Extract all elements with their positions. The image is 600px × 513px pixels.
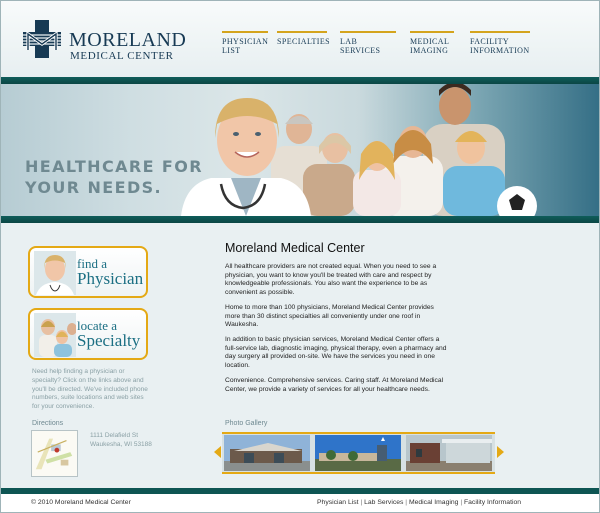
nav-physician-list[interactable]: PHYSICIAN LIST [222, 31, 268, 55]
footer-link-facility-information[interactable]: Facility Information [464, 499, 521, 506]
doctor-photo-icon [34, 251, 76, 295]
footer: © 2010 Moreland Medical Center Physician… [1, 494, 599, 512]
nav-lab-services[interactable]: LAB SERVICES [340, 31, 396, 55]
banner-tagline: HEALTHCARE FOR YOUR NEEDS. [25, 157, 203, 197]
gallery-next-arrow-icon[interactable] [497, 446, 504, 458]
logo[interactable]: MORELAND MEDICAL CENTER [23, 20, 187, 62]
footer-link-lab-services[interactable]: Lab Services [364, 499, 403, 506]
gallery-strip [222, 432, 495, 474]
photo-gallery-heading: Photo Gallery [225, 420, 268, 427]
footer-link-medical-imaging[interactable]: Medical Imaging [409, 499, 459, 506]
nav-medical-imaging[interactable]: MEDICAL IMAGING [410, 31, 454, 55]
logo-subtitle: MEDICAL CENTER [70, 50, 174, 62]
footer-link-physician-list[interactable]: Physician List [317, 499, 359, 506]
promo-specialty-line2: Specialty [77, 331, 141, 350]
intro-paragraph-1: All healthcare providers are not created… [225, 263, 437, 297]
header: MORELAND MEDICAL CENTER PHYSICIAN LIST S… [1, 1, 599, 81]
directions-map-icon[interactable] [31, 430, 78, 477]
photo-gallery [214, 432, 505, 474]
directions-address: 1111 Delafield St Waukesha, WI 53188 [90, 432, 152, 448]
nav-facility-information[interactable]: FACILITY INFORMATION [470, 31, 530, 55]
promo-physician-line2: Physician [77, 269, 144, 288]
gallery-photo-3[interactable] [406, 435, 492, 471]
banner-bottom-rule [1, 216, 599, 223]
intro-paragraph-4: Convenience. Comprehensive services. Car… [225, 377, 444, 393]
find-a-physician-button[interactable]: find a Physician [28, 246, 148, 298]
page-title: Moreland Medical Center [225, 241, 365, 255]
gallery-photo-1[interactable] [224, 435, 310, 471]
hero-photo-doctor-and-family [181, 84, 537, 216]
moreland-m-cross-logo-icon [23, 20, 61, 58]
family-photo-icon [34, 313, 76, 357]
gallery-prev-arrow-icon[interactable] [214, 446, 221, 458]
intro-paragraph-3: In addition to basic physician services,… [225, 336, 447, 370]
logo-title: MORELAND [69, 29, 187, 51]
gallery-photo-2[interactable] [315, 435, 401, 471]
nav-specialties[interactable]: SPECIALTIES [277, 31, 330, 46]
directions-heading: Directions [32, 420, 64, 427]
hero-banner: HEALTHCARE FOR YOUR NEEDS. [1, 84, 599, 216]
locate-a-specialty-button[interactable]: locate a Specialty [28, 308, 148, 360]
intro-paragraph-2: Home to more than 100 physicians, Morela… [225, 304, 434, 329]
help-text: Need help finding a physician or special… [32, 368, 148, 411]
page: MORELAND MEDICAL CENTER PHYSICIAN LIST S… [0, 0, 600, 513]
footer-links: Physician List | Lab Services | Medical … [317, 499, 521, 506]
banner-top-rule [1, 77, 599, 84]
copyright-text: © 2010 Moreland Medical Center [31, 499, 131, 506]
